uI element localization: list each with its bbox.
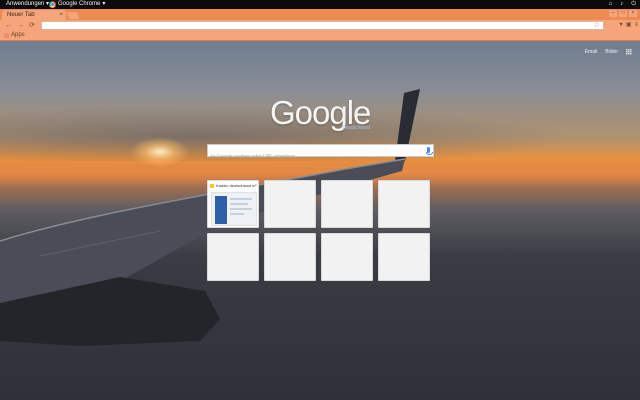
apps-launcher-icon[interactable] [626,49,632,55]
close-window-button[interactable]: × [629,10,637,17]
new-tab-page: Email Bilder Google Deutschland Kaddio d… [0,41,640,400]
toolbar-actions: ♥ ▣ ≡ [619,21,638,30]
back-icon[interactable]: ← [5,21,12,30]
tile-header: Kaddio deutschland in [208,181,258,190]
favicon-icon [210,183,214,188]
empty-tile [264,233,316,281]
tab-strip: Neuer Tab × – □ × [0,9,640,20]
minimize-button[interactable]: – [609,10,617,17]
new-tab-button[interactable] [66,12,80,19]
network-icon[interactable]: ⌂ [609,0,613,9]
reload-icon[interactable]: ⟳ [29,21,35,30]
ntp-top-links: Email Bilder [585,49,632,55]
applications-menu-label: Anwendungen [6,1,45,7]
chrome-icon [49,1,56,8]
forward-icon[interactable]: → [17,21,24,30]
maximize-button[interactable]: □ [619,10,627,17]
empty-tile [207,233,259,281]
browser-toolbar: ← → ⟳ ☆ ♥ ▣ ≡ [0,20,640,31]
address-bar[interactable]: ☆ [41,21,604,30]
thumbnail-line [230,198,252,200]
active-app-label: Google Chrome [58,1,101,7]
system-tray: ⌂ ♪ ⏻ [609,0,636,9]
google-region-label: Deutschland [342,125,370,131]
thumbnail-sidebar [215,196,227,224]
tab-close-icon[interactable]: × [59,10,63,20]
system-top-bar: Anwendungen ▾ Google Chrome ▾ ⌂ ♪ ⏻ [0,0,640,9]
thumbnail-line [230,213,244,215]
power-icon[interactable]: ⏻ [631,0,636,9]
bookmarks-bar: Apps [0,31,640,41]
email-link[interactable]: Email [585,49,598,55]
menu-icon[interactable]: ≡ [634,21,638,30]
empty-tile [378,180,430,228]
microphone-icon[interactable] [426,147,433,155]
tab-new-tab[interactable]: Neuer Tab × [2,10,66,20]
tile-close-icon[interactable]: × [255,182,257,187]
most-visited-tiles: Kaddio deutschland in × [207,180,430,281]
empty-tile [378,233,430,281]
thumbnail-line [230,208,252,210]
empty-tile [321,233,373,281]
bookmark-apps[interactable]: Apps [4,31,25,40]
active-app-menu[interactable]: Google Chrome ▾ [49,0,105,9]
google-logo: Google Deutschland [270,93,371,133]
apps-grid-icon [4,33,9,38]
bookmark-star-icon[interactable]: ☆ [594,21,600,29]
extension-icon-2[interactable]: ▣ [626,21,632,30]
search-input[interactable] [208,151,411,163]
thumbnail-line [230,203,248,205]
extension-icon[interactable]: ♥ [619,21,623,30]
sound-icon[interactable]: ♪ [620,0,623,9]
images-link[interactable]: Bilder [605,49,618,55]
window-controls: – □ × [609,10,637,17]
tile-title: Kaddio deutschland in [216,183,256,188]
bookmark-apps-label: Apps [11,32,25,38]
applications-menu[interactable]: Anwendungen ▾ [6,0,49,9]
most-visited-tile[interactable]: Kaddio deutschland in × [207,180,259,228]
ntp-search-box[interactable] [207,144,434,163]
tile-thumbnail [211,192,257,226]
empty-tile [321,180,373,228]
tab-title: Neuer Tab [7,12,35,18]
empty-tile [264,180,316,228]
